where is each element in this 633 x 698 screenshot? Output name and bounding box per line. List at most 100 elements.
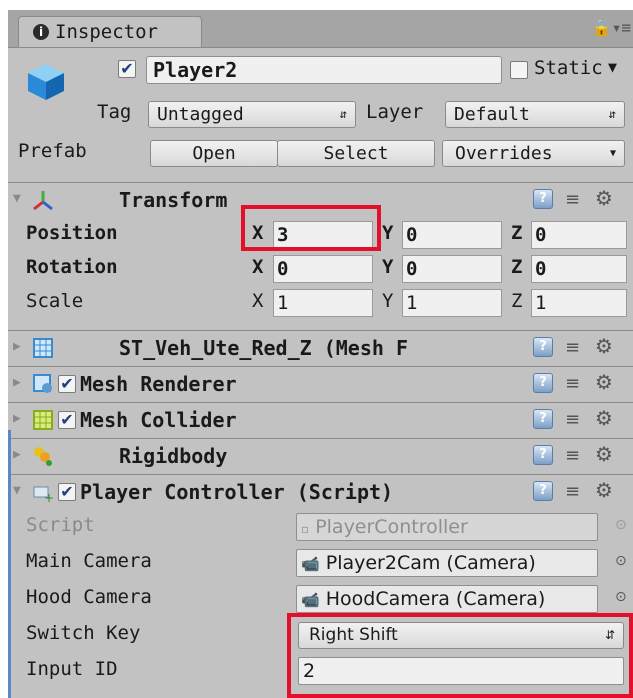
player-controller-header[interactable]: ▼ + ✔ Player Controller (Script) ? ≡ ⚙: [8, 474, 633, 510]
mesh-collider-header[interactable]: ▶ ✔ Mesh Collider ? ≡ ⚙: [8, 402, 633, 438]
gear-icon[interactable]: ⚙: [595, 442, 613, 466]
tab-inspector[interactable]: i Inspector: [18, 16, 202, 47]
help-icon[interactable]: ?: [533, 189, 553, 209]
script-label: Script: [26, 514, 95, 536]
layer-dropdown[interactable]: Default ⇵: [445, 101, 625, 128]
position-z-field[interactable]: 0: [531, 221, 627, 249]
input-id-label: Input ID: [26, 658, 118, 680]
foldout-closed-icon[interactable]: ▶: [13, 447, 21, 462]
axis-x-label[interactable]: X: [252, 256, 263, 278]
rotation-label: Rotation: [26, 256, 118, 278]
axis-z-label[interactable]: Z: [511, 222, 522, 244]
main-camera-field[interactable]: 📹 Player2Cam (Camera): [296, 549, 598, 577]
main-camera-label: Main Camera: [26, 550, 152, 572]
rigidbody-icon: [34, 447, 52, 466]
script-file-icon: ▫: [301, 522, 310, 536]
component-title: Mesh Renderer: [80, 372, 237, 396]
object-picker-icon[interactable]: ⊙: [615, 589, 627, 605]
prefab-open-button[interactable]: Open: [150, 140, 278, 167]
preset-icon[interactable]: ≡: [565, 189, 580, 210]
preset-icon[interactable]: ≡: [565, 409, 580, 430]
dropdown-arrow-icon: ▼: [609, 148, 616, 159]
rigidbody-header[interactable]: ▶ Rigidbody ? ≡ ⚙: [8, 438, 633, 474]
axis-y-label[interactable]: Y: [382, 290, 393, 312]
axis-z-label[interactable]: Z: [511, 256, 522, 278]
foldout-closed-icon[interactable]: ▶: [13, 339, 21, 354]
gear-icon[interactable]: ⚙: [595, 334, 613, 358]
prefab-select-button[interactable]: Select: [277, 140, 435, 167]
hood-camera-value: HoodCamera (Camera): [325, 588, 546, 610]
mesh-collider-enabled-checkbox[interactable]: ✔: [58, 411, 76, 429]
object-picker-icon[interactable]: ⊙: [615, 553, 627, 569]
mesh-renderer-header[interactable]: ▶ ✔ Mesh Renderer ? ≡ ⚙: [8, 366, 633, 402]
hood-camera-label: Hood Camera: [26, 586, 152, 608]
mesh-renderer-enabled-checkbox[interactable]: ✔: [58, 375, 76, 393]
prefab-overrides-dropdown[interactable]: Overrides ▼: [442, 140, 625, 167]
inspector-window: i Inspector 🔒▾≡ ✔ Player2 Static ▼ Tag U…: [8, 10, 633, 698]
switch-key-label: Switch Key: [26, 622, 141, 644]
rotation-z-field[interactable]: 0: [531, 255, 627, 283]
object-name-field[interactable]: Player2: [146, 56, 502, 84]
preset-icon[interactable]: ≡: [565, 445, 580, 466]
scale-z-field[interactable]: 1: [531, 289, 627, 317]
axis-y-label[interactable]: Y: [382, 222, 393, 244]
static-dropdown-icon[interactable]: ▼: [608, 58, 617, 76]
gear-icon[interactable]: ⚙: [595, 370, 613, 394]
scale-label: Scale: [26, 290, 84, 312]
script-icon: +: [33, 486, 54, 503]
foldout-open-icon[interactable]: ▼: [13, 191, 21, 206]
scale-row: Scale X 1 Y 1 Z 1: [8, 286, 633, 320]
help-icon[interactable]: ?: [533, 373, 553, 393]
gear-icon[interactable]: ⚙: [595, 406, 613, 430]
script-value: PlayerController: [315, 516, 468, 538]
highlight-box-switch-key-input-id: [287, 613, 633, 698]
scale-y-field[interactable]: 1: [402, 289, 502, 317]
position-y-field[interactable]: 0: [402, 221, 502, 249]
foldout-open-icon[interactable]: ▼: [13, 483, 21, 498]
axis-x-label[interactable]: X: [252, 290, 263, 312]
foldout-closed-icon[interactable]: ▶: [13, 375, 21, 390]
component-title: Transform: [119, 188, 228, 212]
position-label: Position: [26, 222, 118, 244]
mesh-filter-header[interactable]: ▶ ST_Veh_Ute_Red_Z (Mesh F ? ≡ ⚙: [8, 330, 633, 366]
transform-axes-icon: [33, 191, 53, 211]
layer-value: Default: [454, 104, 530, 125]
player-controller-enabled-checkbox[interactable]: ✔: [58, 483, 76, 501]
gear-icon[interactable]: ⚙: [595, 478, 613, 502]
hood-camera-row: Hood Camera 📹 HoodCamera (Camera) ⊙: [8, 582, 633, 616]
help-icon[interactable]: ?: [533, 445, 553, 465]
preset-icon[interactable]: ≡: [565, 481, 580, 502]
tag-value: Untagged: [157, 104, 244, 125]
camera-icon: 📹: [301, 591, 320, 609]
help-icon[interactable]: ?: [533, 409, 553, 429]
axis-y-label[interactable]: Y: [382, 256, 393, 278]
object-header: ✔ Player2 Static ▼ Tag Untagged ⇵ Layer …: [8, 48, 633, 182]
lock-menu-icon[interactable]: 🔒▾≡: [592, 18, 631, 37]
rotation-y-field[interactable]: 0: [402, 255, 502, 283]
highlight-box-position-x: [241, 205, 381, 251]
camera-icon: 📹: [301, 555, 320, 573]
gear-icon[interactable]: ⚙: [595, 186, 613, 210]
layer-label: Layer: [366, 101, 424, 123]
mesh-collider-icon: [33, 410, 53, 430]
tag-dropdown[interactable]: Untagged ⇵: [148, 101, 356, 128]
object-picker-icon: ⊙: [615, 517, 627, 533]
rotation-x-field[interactable]: 0: [273, 255, 373, 283]
axis-z-label[interactable]: Z: [511, 290, 522, 312]
foldout-closed-icon[interactable]: ▶: [13, 411, 21, 426]
tab-label: Inspector: [55, 21, 158, 43]
help-icon[interactable]: ?: [533, 337, 553, 357]
help-icon[interactable]: ?: [533, 481, 553, 501]
active-checkbox[interactable]: ✔: [118, 60, 136, 78]
hood-camera-field[interactable]: 📹 HoodCamera (Camera): [296, 585, 598, 613]
main-camera-value: Player2Cam (Camera): [325, 552, 536, 574]
mesh-renderer-icon: [33, 374, 52, 393]
scale-x-field[interactable]: 1: [273, 289, 373, 317]
tag-label: Tag: [97, 101, 132, 123]
info-icon: i: [33, 24, 49, 40]
preset-icon[interactable]: ≡: [565, 373, 580, 394]
static-checkbox[interactable]: [510, 61, 528, 79]
component-title: ST_Veh_Ute_Red_Z (Mesh F: [119, 336, 408, 360]
preset-icon[interactable]: ≡: [565, 337, 580, 358]
script-row: Script ▫ PlayerController ⊙: [8, 510, 633, 544]
